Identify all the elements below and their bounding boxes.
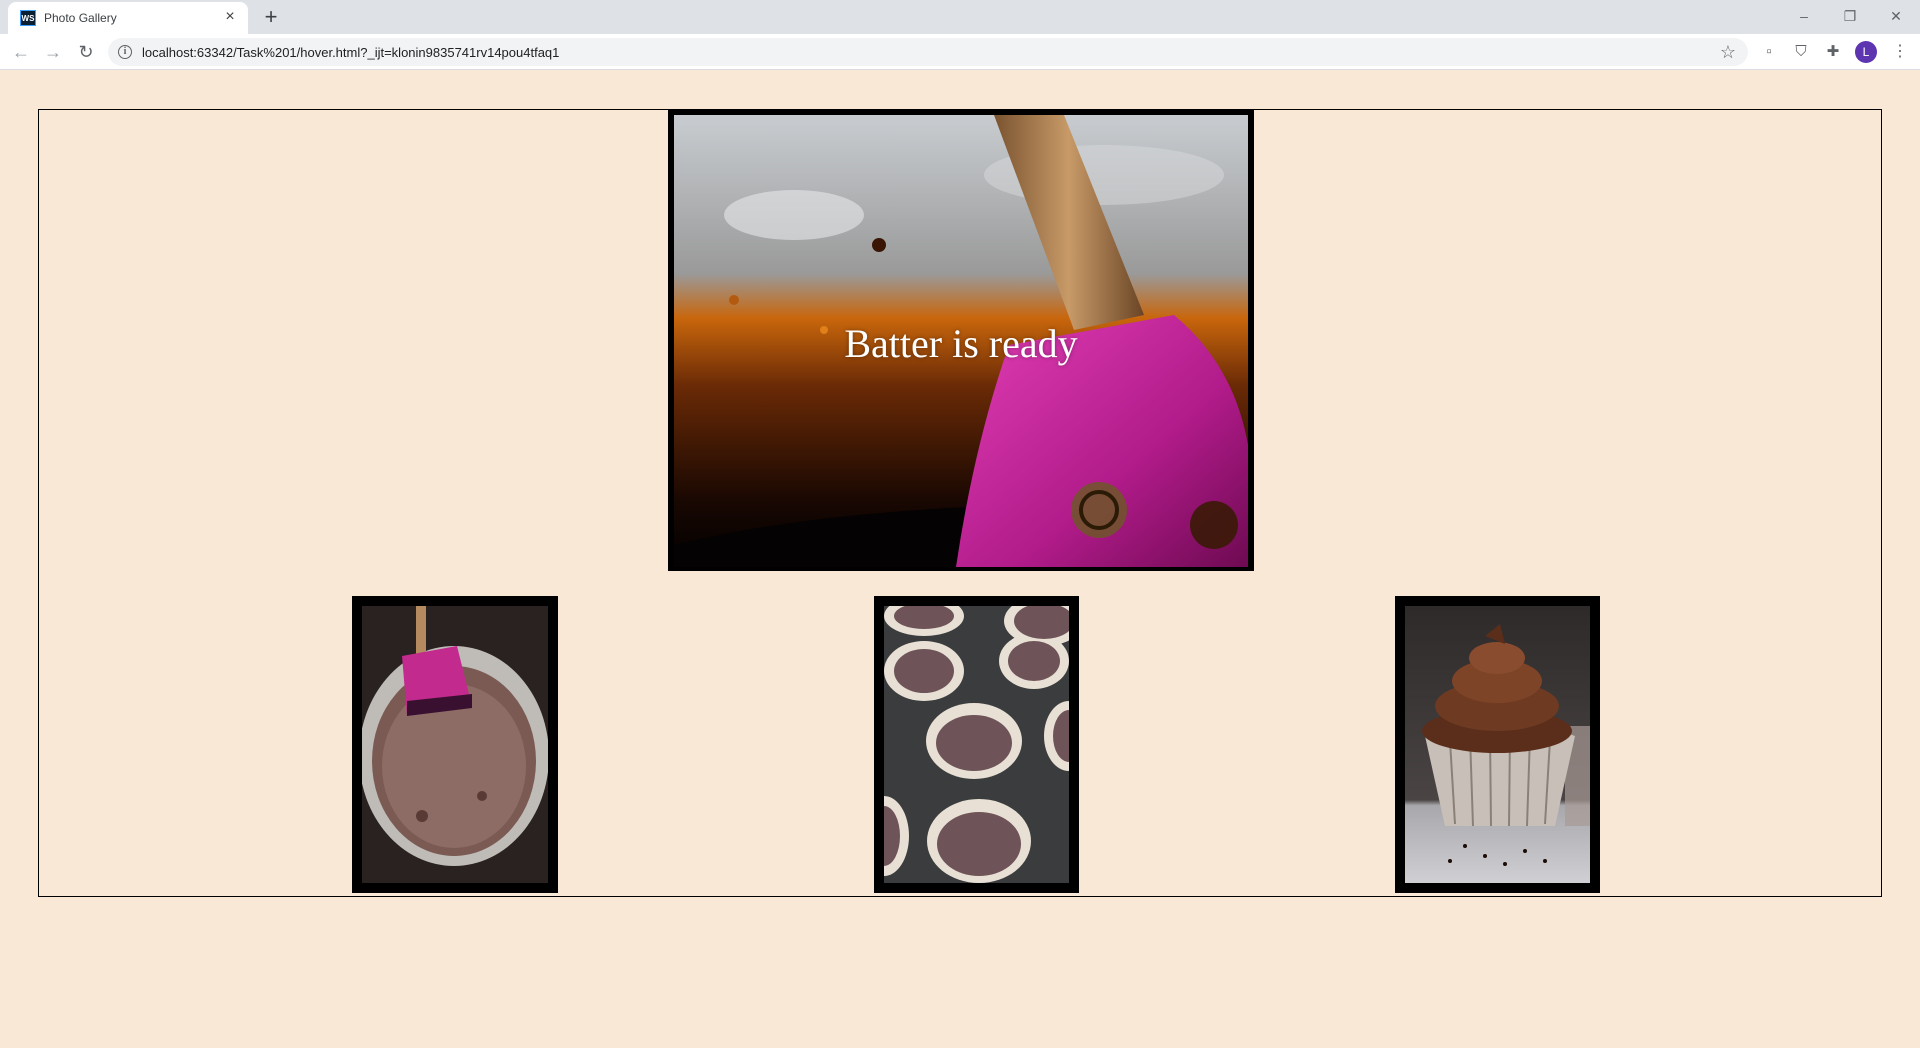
main-photo: Batter is ready xyxy=(668,109,1254,571)
webstorm-favicon-icon: WS xyxy=(20,10,36,26)
cupcake-liners-image xyxy=(884,606,1069,883)
site-info-icon[interactable]: i xyxy=(118,45,132,59)
close-tab-icon[interactable]: × xyxy=(222,9,238,25)
extension-blank-icon[interactable]: ▫ xyxy=(1760,43,1778,61)
thumbnail-batter-bowl[interactable] xyxy=(352,596,558,893)
forward-arrow-icon[interactable]: → xyxy=(42,41,64,63)
address-bar[interactable]: i localhost:63342/Task%201/hover.html?_i… xyxy=(108,38,1748,66)
reload-icon[interactable]: ↻ xyxy=(75,41,97,63)
browser-tab[interactable]: WS Photo Gallery × xyxy=(8,2,248,34)
photo-gallery: Batter is ready xyxy=(38,109,1882,897)
photo-caption: Batter is ready xyxy=(844,321,1078,366)
close-window-icon[interactable]: ✕ xyxy=(1876,4,1916,28)
browser-toolbar: ← → ↻ i localhost:63342/Task%201/hover.h… xyxy=(0,34,1920,70)
restore-window-icon[interactable]: ❐ xyxy=(1830,4,1870,28)
extensions-puzzle-icon[interactable]: ✚ xyxy=(1824,43,1842,61)
tab-title: Photo Gallery xyxy=(44,11,117,25)
frosted-cupcake-image xyxy=(1405,606,1590,883)
minimize-window-icon[interactable]: – xyxy=(1784,4,1824,28)
bookmark-star-icon[interactable]: ☆ xyxy=(1720,42,1736,63)
browser-tab-bar: WS Photo Gallery × + – ❐ ✕ xyxy=(0,0,1920,34)
batter-bowl-image xyxy=(362,606,548,883)
browser-menu-icon[interactable]: ⋮ xyxy=(1892,41,1908,63)
thumbnail-frosted-cupcake[interactable] xyxy=(1395,596,1600,893)
thumbnail-cupcake-liners[interactable] xyxy=(874,596,1079,893)
new-tab-icon[interactable]: + xyxy=(260,6,282,28)
shield-extension-icon[interactable]: ⛉ xyxy=(1792,43,1810,61)
profile-avatar[interactable]: L xyxy=(1855,41,1877,63)
url-text[interactable]: localhost:63342/Task%201/hover.html?_ijt… xyxy=(142,45,559,60)
back-arrow-icon[interactable]: ← xyxy=(10,41,32,63)
